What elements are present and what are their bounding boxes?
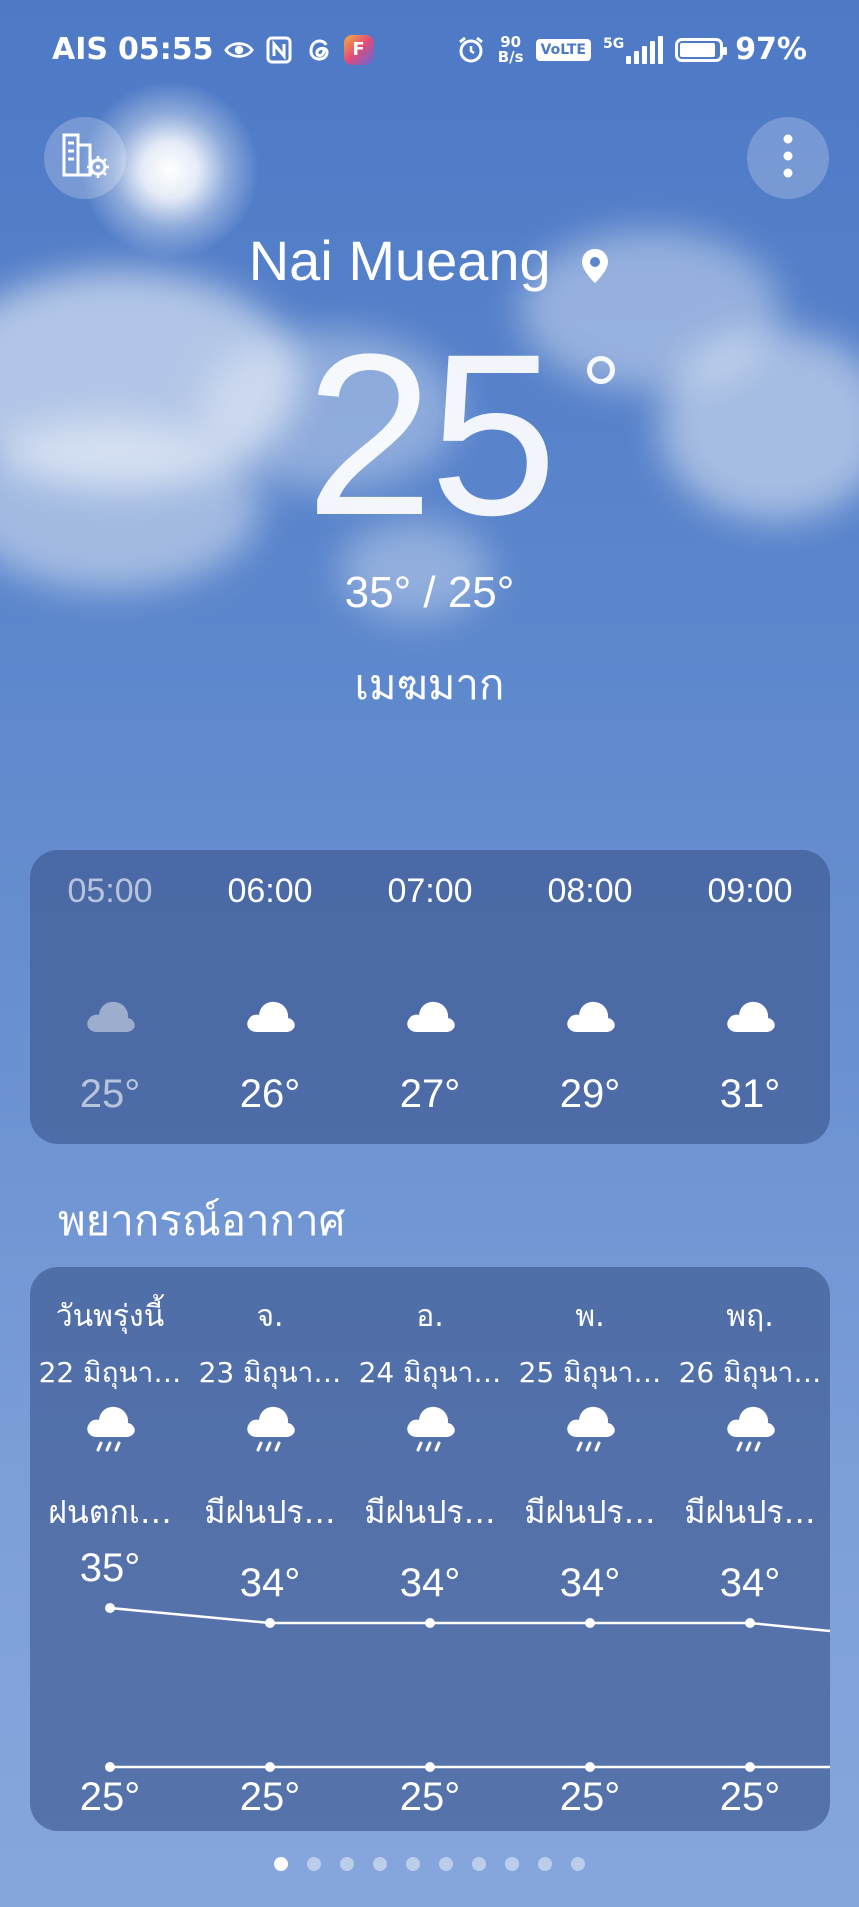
clock: 05:55 bbox=[118, 32, 214, 67]
rain-cloud-icon bbox=[403, 1405, 457, 1461]
nfc-icon bbox=[264, 35, 294, 65]
day-date: 22 มิถุนา… bbox=[38, 1356, 182, 1389]
more-vertical-icon bbox=[782, 133, 794, 183]
rain-cloud-icon bbox=[563, 1405, 617, 1461]
page-indicator bbox=[0, 1857, 859, 1871]
day-high-temp: 34° bbox=[559, 1561, 621, 1605]
day-low-temp: 25° bbox=[239, 1775, 301, 1819]
day-high-temp: 35° bbox=[79, 1546, 141, 1590]
day-date: 24 มิถุนา… bbox=[358, 1356, 502, 1389]
rain-cloud-icon bbox=[83, 1405, 137, 1461]
day-low-temp: 25° bbox=[79, 1775, 141, 1819]
high-point bbox=[585, 1618, 595, 1628]
rain-cloud-icon bbox=[243, 1405, 297, 1461]
signal-bars-icon bbox=[626, 35, 664, 64]
low-point bbox=[585, 1762, 595, 1772]
rain-cloud-icon bbox=[723, 1405, 777, 1461]
high-point bbox=[265, 1618, 275, 1628]
day-high-temp: 34° bbox=[399, 1561, 461, 1605]
battery-icon bbox=[675, 37, 728, 62]
hour-time: 09:00 bbox=[707, 872, 793, 910]
city-settings-icon bbox=[58, 131, 112, 185]
day-high-temp: 34° bbox=[239, 1561, 301, 1605]
cloud-icon bbox=[403, 996, 457, 1040]
hourly-forecast-card[interactable]: 05:00 25° 06:00 26° 07:00 27° 08:00 29° 09:00 31° bbox=[30, 850, 830, 1144]
hour-temperature: 27° bbox=[399, 1072, 461, 1116]
network-speed: 90 B/s bbox=[497, 34, 524, 66]
high-low-temperature: 35° / 25° bbox=[344, 568, 515, 617]
day-condition: มีฝนปร… bbox=[364, 1493, 496, 1531]
hour-temperature: 26° bbox=[239, 1072, 301, 1116]
alarm-icon bbox=[456, 35, 486, 65]
low-point bbox=[745, 1762, 755, 1772]
day-low-temp: 25° bbox=[559, 1775, 621, 1819]
page-dot[interactable] bbox=[505, 1857, 519, 1871]
low-point bbox=[425, 1762, 435, 1772]
page-dot[interactable] bbox=[406, 1857, 420, 1871]
network-speed-unit: B/s bbox=[497, 47, 524, 66]
day-condition: ฝนตกเ… bbox=[48, 1493, 172, 1531]
day-name: อ. bbox=[416, 1299, 444, 1334]
day-condition: มีฝนปร… bbox=[204, 1493, 336, 1531]
location-pin-icon bbox=[580, 233, 610, 298]
day-date: 25 มิถุนา… bbox=[518, 1356, 662, 1389]
cloud-icon bbox=[243, 996, 297, 1040]
day-name: วันพรุ่งนี้ bbox=[55, 1299, 165, 1334]
page-dot[interactable] bbox=[274, 1857, 288, 1871]
hour-temperature: 29° bbox=[559, 1072, 621, 1116]
daily-forecast-card[interactable]: วันพรุ่งนี้ 22 มิถุนา… ฝนตกเ… 35° 25° จ. 23 มิ… bbox=[30, 1267, 830, 1831]
page-dot[interactable] bbox=[538, 1857, 552, 1871]
status-bar: AIS 05:55 F 90 B/s VoLTE 5G 97% bbox=[0, 0, 859, 104]
day-condition: มีฝนปร… bbox=[524, 1493, 656, 1531]
page-dot[interactable] bbox=[472, 1857, 486, 1871]
day-low-temp: 25° bbox=[399, 1775, 461, 1819]
high-point bbox=[745, 1618, 755, 1628]
cloud-icon bbox=[563, 996, 617, 1040]
low-point bbox=[105, 1762, 115, 1772]
hour-time: 06:00 bbox=[227, 872, 313, 910]
page-dot[interactable] bbox=[340, 1857, 354, 1871]
day-high-temp: 34° bbox=[719, 1561, 781, 1605]
page-dot[interactable] bbox=[439, 1857, 453, 1871]
manage-cities-button[interactable] bbox=[44, 117, 126, 199]
location-header[interactable]: Nai Mueang bbox=[0, 228, 859, 298]
hour-temperature: 31° bbox=[719, 1072, 781, 1116]
high-point bbox=[105, 1603, 115, 1613]
volte-badge: VoLTE bbox=[535, 38, 591, 61]
threads-icon bbox=[304, 35, 334, 65]
day-date: 26 มิถุนา… bbox=[678, 1356, 822, 1389]
current-condition: เมฆมาก bbox=[354, 660, 505, 709]
forecast-title: พยากรณ์อากาศ bbox=[58, 1196, 346, 1245]
day-date: 23 มิถุนา… bbox=[198, 1356, 342, 1389]
day-condition: มีฝนปร… bbox=[684, 1493, 816, 1531]
carrier-label: AIS bbox=[52, 32, 108, 67]
page-dot[interactable] bbox=[373, 1857, 387, 1871]
cloud-icon bbox=[83, 996, 137, 1040]
cell-signal: 5G bbox=[602, 35, 664, 64]
more-options-button[interactable] bbox=[747, 117, 829, 199]
eye-icon bbox=[223, 35, 254, 65]
day-name: พฤ. bbox=[726, 1299, 774, 1334]
page-dot[interactable] bbox=[571, 1857, 585, 1871]
day-name: จ. bbox=[256, 1299, 284, 1334]
degree-symbol bbox=[587, 356, 615, 384]
hour-time: 07:00 bbox=[387, 872, 473, 910]
battery-percent: 97% bbox=[735, 32, 807, 67]
network-type: 5G bbox=[602, 35, 625, 52]
app-notification-icon: F bbox=[343, 34, 374, 65]
battery-fill bbox=[680, 42, 716, 57]
day-name: พ. bbox=[575, 1299, 605, 1334]
cloud-icon bbox=[723, 996, 777, 1040]
hour-time: 08:00 bbox=[547, 872, 633, 910]
day-low-temp: 25° bbox=[719, 1775, 781, 1819]
hour-time: 05:00 bbox=[67, 872, 153, 910]
hour-temperature: 25° bbox=[79, 1072, 141, 1116]
page-dot[interactable] bbox=[307, 1857, 321, 1871]
high-temperature-line bbox=[109, 1606, 830, 1633]
low-point bbox=[265, 1762, 275, 1772]
high-point bbox=[425, 1618, 435, 1628]
location-name: Nai Mueang bbox=[248, 229, 551, 292]
current-temperature: 25 bbox=[305, 306, 558, 563]
